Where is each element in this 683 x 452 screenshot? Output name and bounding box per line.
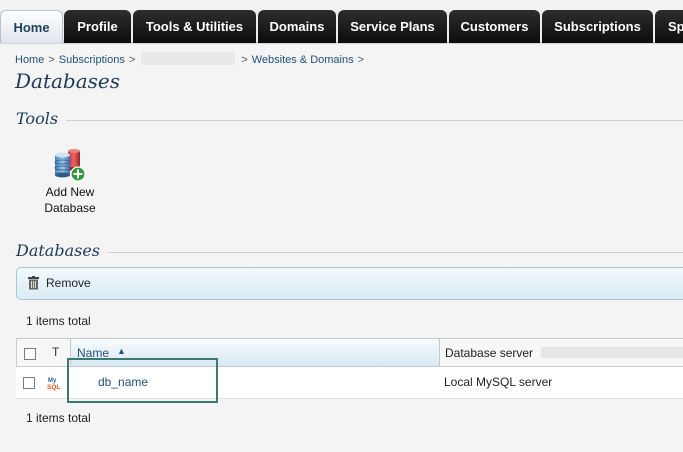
tab-tools-utilities[interactable]: Tools & Utilities	[133, 10, 256, 43]
tab-profile[interactable]: Profile	[64, 10, 131, 43]
tab-subscriptions[interactable]: Subscriptions	[542, 10, 653, 43]
databases-toolbar: Remove	[16, 267, 683, 300]
top-navigation: Home Profile Tools & Utilities Domains S…	[0, 0, 683, 44]
breadcrumb-separator: >	[128, 54, 136, 66]
remove-button[interactable]: Remove	[27, 276, 91, 290]
tab-sp-truncated[interactable]: Sp	[655, 10, 683, 43]
breadcrumb-subscriptions[interactable]: Subscriptions	[59, 54, 125, 66]
breadcrumb-websites-domains[interactable]: Websites & Domains	[252, 54, 354, 66]
mysql-icon: My SQL	[47, 378, 60, 391]
sort-ascending-icon: ▲	[117, 346, 126, 356]
row-checkbox[interactable]	[23, 377, 35, 389]
column-header-database-server[interactable]: Database server	[445, 346, 683, 360]
remove-button-label: Remove	[46, 276, 91, 290]
breadcrumb-separator: >	[241, 54, 248, 66]
add-new-database-label-line1: Add New	[45, 185, 95, 199]
column-header-type[interactable]: T	[52, 345, 59, 359]
items-total-bottom: 1 items total	[26, 411, 91, 425]
database-add-icon	[54, 149, 86, 182]
add-new-database-label-line2: Database	[44, 201, 96, 215]
tools-divider	[16, 120, 683, 121]
select-all-checkbox[interactable]	[24, 348, 36, 360]
tab-domains[interactable]: Domains	[258, 10, 336, 43]
column-header-redacted	[541, 347, 683, 358]
tab-customers[interactable]: Customers	[449, 10, 540, 43]
databases-section-title: Databases	[16, 241, 109, 260]
tab-home[interactable]: Home	[0, 10, 63, 43]
breadcrumb: Home > Subscriptions > > Websites & Domains >	[15, 52, 368, 66]
page-title: Databases	[15, 69, 121, 93]
breadcrumb-separator: >	[48, 54, 55, 66]
svg-text:SQL: SQL	[47, 384, 60, 391]
database-server-cell: Local MySQL server	[444, 375, 553, 389]
tab-service-plans[interactable]: Service Plans	[338, 10, 447, 43]
trash-icon	[28, 276, 39, 290]
breadcrumb-redacted-domain	[141, 52, 236, 65]
items-total-top: 1 items total	[26, 314, 91, 328]
breadcrumb-separator: >	[357, 54, 365, 66]
databases-divider	[16, 252, 683, 253]
highlight-box	[67, 358, 218, 403]
breadcrumb-home[interactable]: Home	[15, 54, 44, 66]
tools-section-title: Tools	[16, 109, 67, 128]
add-new-database-button[interactable]: Add New Database	[36, 148, 104, 216]
